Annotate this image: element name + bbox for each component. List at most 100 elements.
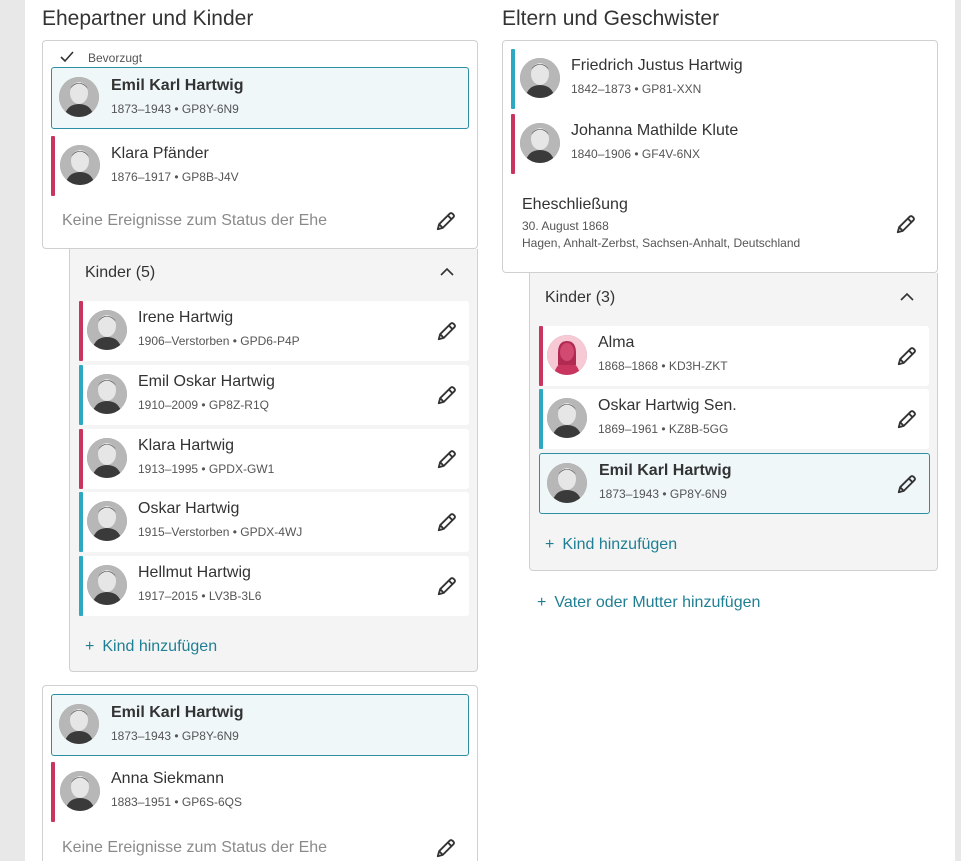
pencil-icon[interactable]: [896, 408, 918, 430]
pencil-icon[interactable]: [436, 511, 458, 533]
chevron-up-icon[interactable]: [440, 267, 454, 277]
spouse-husband[interactable]: Emil Karl Hartwig 1873–1943 • GP8Y-6N9: [51, 694, 469, 756]
pencil-icon[interactable]: [895, 213, 917, 235]
person-meta: 1869–1961 • KZ8B-5GG: [598, 422, 729, 436]
person-meta: 1868–1868 • KD3H-ZKT: [598, 359, 728, 373]
no-marriage-events: Keine Ereignisse zum Status der Ehe: [62, 212, 328, 229]
person-meta: 1910–2009 • GP8Z-R1Q: [138, 398, 269, 412]
person-meta: 1876–1917 • GP8B-J4V: [111, 170, 239, 184]
children-header: Kinder (3): [545, 289, 616, 306]
chevron-up-icon[interactable]: [900, 292, 914, 302]
male-bar: [79, 365, 83, 425]
person-meta: 1873–1943 • GP8Y-6N9: [111, 102, 239, 116]
pencil-icon[interactable]: [436, 320, 458, 342]
person-photo-icon: [60, 771, 100, 811]
avatar: [547, 398, 587, 438]
section-title-spouses: Ehepartner und Kinder: [42, 7, 254, 30]
plus-icon: +: [537, 594, 547, 611]
add-child-label: Kind hinzufügen: [562, 536, 678, 553]
section-title-parents: Eltern und Geschwister: [502, 7, 720, 30]
child-row[interactable]: Emil Oskar Hartwig 1910–2009 • GP8Z-R1Q: [79, 365, 469, 425]
person-photo-icon: [60, 145, 100, 185]
avatar: [520, 123, 560, 163]
avatar: [87, 374, 127, 414]
person-photo-icon: [87, 374, 127, 414]
person-name: Friedrich Justus Hartwig: [571, 57, 743, 74]
marriage-date: 30. August 1868: [522, 219, 609, 233]
person-photo-icon: [520, 123, 560, 163]
pencil-icon[interactable]: [436, 448, 458, 470]
person-name: Oskar Hartwig: [138, 500, 240, 517]
person-name: Oskar Hartwig Sen.: [598, 397, 737, 414]
child-row[interactable]: Alma 1868–1868 • KD3H-ZKT: [539, 326, 929, 386]
person-photo-icon: [87, 501, 127, 541]
child-row[interactable]: Hellmut Hartwig 1917–2015 • LV3B-3L6: [79, 556, 469, 616]
pencil-icon[interactable]: [435, 837, 457, 859]
add-parent-button[interactable]: + Vater oder Mutter hinzufügen: [537, 594, 760, 612]
female-silhouette-icon: [547, 335, 587, 375]
add-child-button[interactable]: + Kind hinzufügen: [545, 536, 677, 554]
person-photo-icon: [87, 565, 127, 605]
person-name: Irene Hartwig: [138, 309, 234, 326]
parent-mother[interactable]: Johanna Mathilde Klute 1840–1906 • GF4V-…: [511, 114, 929, 174]
parent-father[interactable]: Friedrich Justus Hartwig 1842–1873 • GP8…: [511, 49, 929, 109]
female-bar: [51, 762, 55, 822]
pencil-icon[interactable]: [436, 384, 458, 406]
pencil-icon[interactable]: [896, 345, 918, 367]
person-name: Klara Pfänder: [111, 145, 209, 162]
plus-icon: +: [85, 638, 95, 655]
person-photo-icon: [87, 438, 127, 478]
spouse-husband[interactable]: Emil Karl Hartwig 1873–1943 • GP8Y-6N9: [51, 67, 469, 129]
pencil-icon[interactable]: [435, 210, 457, 232]
person-meta: 1873–1943 • GP8Y-6N9: [111, 729, 239, 743]
person-name: Alma: [598, 334, 635, 351]
person-meta: 1842–1873 • GP81-XXN: [571, 82, 702, 96]
pencil-icon[interactable]: [896, 473, 918, 495]
person-name: Johanna Mathilde Klute: [571, 122, 739, 139]
spouse-wife[interactable]: Klara Pfänder 1876–1917 • GP8B-J4V: [51, 136, 469, 196]
add-child-label: Kind hinzufügen: [102, 638, 218, 655]
family-panel: Ehepartner und Kinder Bevorzugt Emil Kar…: [25, 0, 955, 861]
female-bar: [539, 326, 543, 386]
person-name: Anna Siekmann: [111, 770, 224, 787]
child-row[interactable]: Klara Hartwig 1913–1995 • GPDX-GW1: [79, 429, 469, 489]
pencil-icon[interactable]: [436, 575, 458, 597]
person-name: Emil Oskar Hartwig: [138, 373, 275, 390]
avatar: [520, 58, 560, 98]
avatar: [60, 145, 100, 185]
siblings-panel: Kinder (3) Alma 1868–1868 • KD3H-ZKT Osk…: [529, 273, 938, 571]
female-bar: [79, 429, 83, 489]
male-bar: [79, 556, 83, 616]
person-name: Hellmut Hartwig: [138, 564, 251, 581]
person-meta: 1883–1951 • GP6S-6QS: [111, 795, 242, 809]
child-row[interactable]: Oskar Hartwig Sen. 1869–1961 • KZ8B-5GG: [539, 389, 929, 449]
avatar: [547, 335, 587, 375]
family-card-1: Bevorzugt Emil Karl Hartwig 1873–1943 • …: [42, 40, 478, 249]
avatar: [87, 438, 127, 478]
avatar: [59, 77, 99, 117]
avatar: [87, 310, 127, 350]
person-photo-icon: [547, 398, 587, 438]
spouse-wife[interactable]: Anna Siekmann 1883–1951 • GP6S-6QS: [51, 762, 469, 822]
avatar: [547, 463, 587, 503]
person-meta: 1915–Verstorben • GPDX-4WJ: [138, 525, 303, 539]
person-meta: 1913–1995 • GPDX-GW1: [138, 462, 275, 476]
add-child-button[interactable]: + Kind hinzufügen: [85, 638, 217, 656]
children-panel-1: Kinder (5) Irene Hartwig 1906–Verstorben…: [69, 249, 478, 672]
preferred-label: Bevorzugt: [88, 51, 143, 65]
child-row-current[interactable]: Emil Karl Hartwig 1873–1943 • GP8Y-6N9: [539, 453, 930, 514]
person-name: Emil Karl Hartwig: [599, 462, 732, 479]
child-row[interactable]: Irene Hartwig 1906–Verstorben • GPD6-P4P: [79, 301, 469, 361]
marriage-place: Hagen, Anhalt-Zerbst, Sachsen-Anhalt, De…: [522, 236, 801, 250]
check-icon: [60, 51, 74, 63]
person-photo-icon: [520, 58, 560, 98]
person-meta: 1873–1943 • GP8Y-6N9: [599, 487, 727, 501]
female-bar: [51, 136, 55, 196]
child-row[interactable]: Oskar Hartwig 1915–Verstorben • GPDX-4WJ: [79, 492, 469, 552]
plus-icon: +: [545, 536, 555, 553]
female-bar: [79, 301, 83, 361]
parents-card: Friedrich Justus Hartwig 1842–1873 • GP8…: [502, 40, 938, 273]
person-name: Emil Karl Hartwig: [111, 77, 244, 94]
person-meta: 1906–Verstorben • GPD6-P4P: [138, 334, 300, 348]
person-name: Emil Karl Hartwig: [111, 704, 244, 721]
